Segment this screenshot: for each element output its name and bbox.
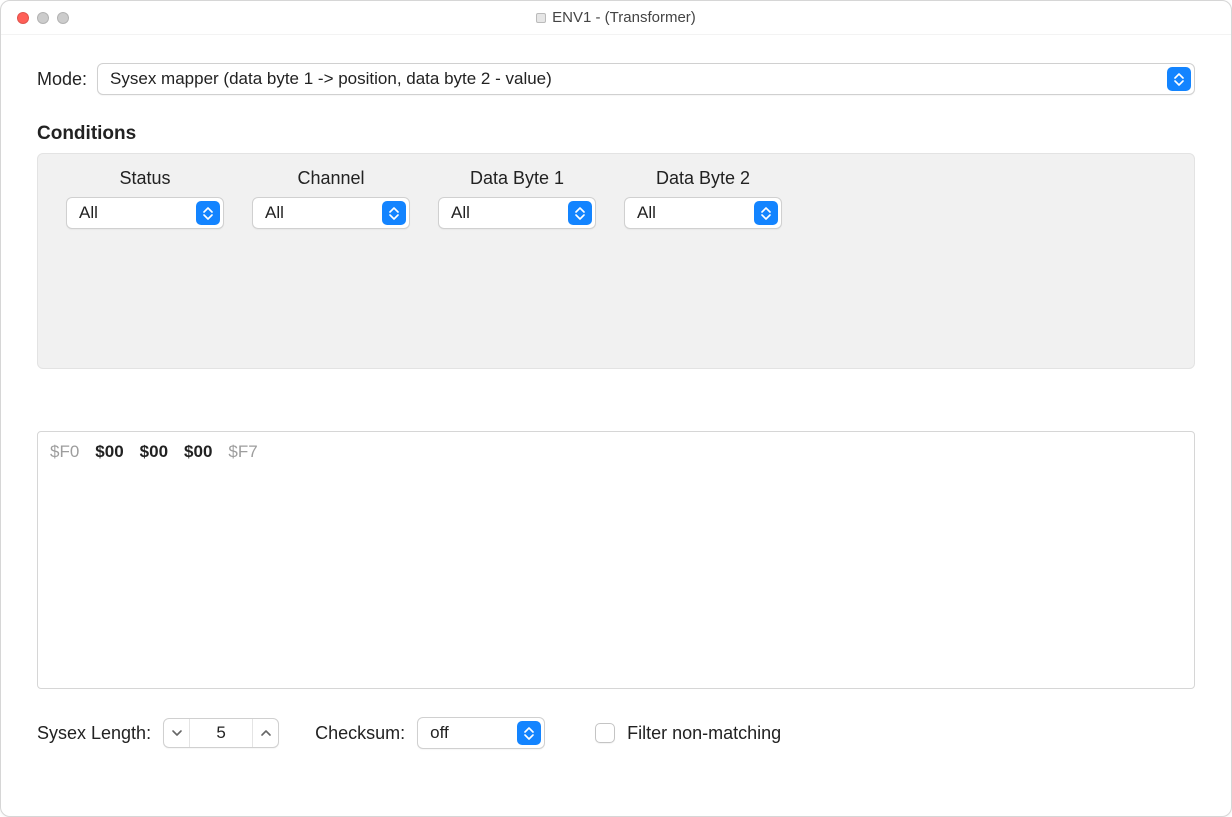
minimize-window-button[interactable] <box>37 12 49 24</box>
channel-popup[interactable]: All <box>252 197 410 229</box>
popup-arrows-icon <box>196 201 220 225</box>
condition-col-status: Status All <box>66 168 224 229</box>
conditions-columns: Status All Channel All <box>66 168 1166 229</box>
sysex-byte: $F7 <box>228 442 257 462</box>
sysex-editor[interactable]: $F0 $00 $00 $00 $F7 <box>37 431 1195 689</box>
window-title: ENV1 - (Transformer) <box>552 9 696 26</box>
databyte2-popup-value: All <box>637 203 684 223</box>
traffic-lights <box>17 12 69 24</box>
databyte1-popup-value: All <box>451 203 498 223</box>
sysex-length-label: Sysex Length: <box>37 723 151 744</box>
condition-col-channel: Channel All <box>252 168 410 229</box>
condition-header: Data Byte 1 <box>470 168 564 189</box>
stepper-decrement-button[interactable] <box>164 719 190 747</box>
sysex-bytes-row: $F0 $00 $00 $00 $F7 <box>50 442 1182 462</box>
condition-col-databyte2: Data Byte 2 All <box>624 168 782 229</box>
status-popup-value: All <box>79 203 126 223</box>
popup-arrows-icon <box>568 201 592 225</box>
sysex-length-stepper[interactable]: 5 <box>163 718 279 748</box>
sysex-byte[interactable]: $00 <box>140 442 168 462</box>
window-title-area: ENV1 - (Transformer) <box>1 9 1231 26</box>
footer-controls: Sysex Length: 5 Checksum: off <box>37 717 1195 749</box>
channel-popup-value: All <box>265 203 312 223</box>
close-window-button[interactable] <box>17 12 29 24</box>
filter-non-matching-checkbox[interactable] <box>595 723 615 743</box>
checksum-popup-value: off <box>430 723 477 743</box>
mode-popup[interactable]: Sysex mapper (data byte 1 -> position, d… <box>97 63 1195 95</box>
popup-arrows-icon <box>1167 67 1191 91</box>
stepper-increment-button[interactable] <box>252 719 278 747</box>
popup-arrows-icon <box>754 201 778 225</box>
conditions-title: Conditions <box>37 123 1195 145</box>
sysex-byte[interactable]: $00 <box>95 442 123 462</box>
condition-header: Data Byte 2 <box>656 168 750 189</box>
condition-col-databyte1: Data Byte 1 All <box>438 168 596 229</box>
condition-header: Status <box>119 168 170 189</box>
titlebar: ENV1 - (Transformer) <box>1 1 1231 35</box>
conditions-box: Status All Channel All <box>37 153 1195 369</box>
popup-arrows-icon <box>382 201 406 225</box>
mode-row: Mode: Sysex mapper (data byte 1 -> posit… <box>37 63 1195 95</box>
sysex-byte: $F0 <box>50 442 79 462</box>
mode-popup-value: Sysex mapper (data byte 1 -> position, d… <box>110 69 580 89</box>
databyte2-popup[interactable]: All <box>624 197 782 229</box>
content-area: Mode: Sysex mapper (data byte 1 -> posit… <box>1 35 1231 816</box>
databyte1-popup[interactable]: All <box>438 197 596 229</box>
sysex-length-value[interactable]: 5 <box>190 723 252 743</box>
zoom-window-button[interactable] <box>57 12 69 24</box>
popup-arrows-icon <box>517 721 541 745</box>
condition-header: Channel <box>297 168 364 189</box>
window: ENV1 - (Transformer) Mode: Sysex mapper … <box>0 0 1232 817</box>
document-proxy-icon <box>536 13 546 23</box>
sysex-byte[interactable]: $00 <box>184 442 212 462</box>
mode-label: Mode: <box>37 69 87 90</box>
filter-non-matching-label: Filter non-matching <box>627 723 781 744</box>
checksum-label: Checksum: <box>315 723 405 744</box>
checksum-popup[interactable]: off <box>417 717 545 749</box>
status-popup[interactable]: All <box>66 197 224 229</box>
